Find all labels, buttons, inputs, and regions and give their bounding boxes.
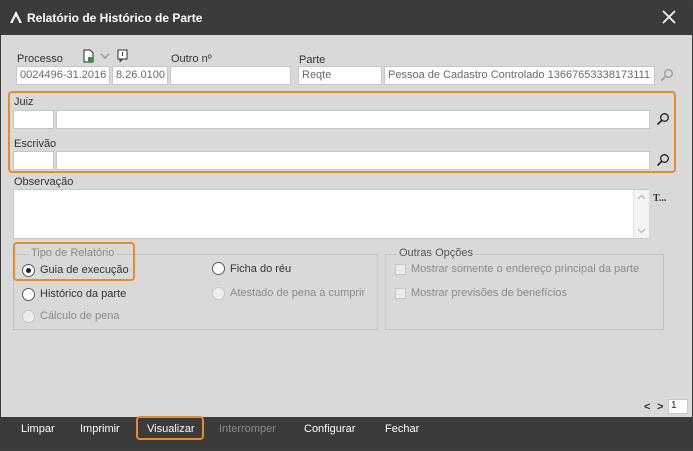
juiz-label: Juiz <box>14 96 34 108</box>
checkbox-label: Mostrar previsões de benefícios <box>411 287 567 299</box>
parte-type-field[interactable]: Reqte <box>298 66 382 85</box>
limpar-button[interactable]: Limpar <box>21 423 55 435</box>
observacao-textarea[interactable] <box>13 189 649 239</box>
search-icon[interactable] <box>656 112 670 126</box>
radio-label: Ficha do réu <box>230 263 292 275</box>
radio-button <box>212 287 225 300</box>
pager-page-field[interactable]: 1 <box>668 399 688 414</box>
escrivao-code-field[interactable] <box>13 151 54 170</box>
interromper-button: Interromper <box>219 423 276 435</box>
scroll-up-icon[interactable] <box>637 194 646 200</box>
radio-label: Guia de execução <box>40 264 129 276</box>
observacao-scrollbar[interactable] <box>633 190 649 238</box>
outro-numero-label: Outro nº <box>171 53 212 65</box>
radio-button[interactable] <box>212 262 225 275</box>
escrivao-label: Escrivão <box>14 138 57 150</box>
close-icon[interactable] <box>660 8 678 26</box>
juiz-name-field[interactable] <box>56 110 650 129</box>
window-title: Relatório de Histórico de Parte <box>27 11 203 25</box>
parte-name-field[interactable]: Pessoa de Cadastro Controlado 1366765333… <box>384 66 655 85</box>
note-icon[interactable] <box>117 49 128 62</box>
configurar-button[interactable]: Configurar <box>304 423 355 435</box>
parte-label: Parte <box>299 54 326 66</box>
checkbox <box>395 264 406 275</box>
radio-button[interactable] <box>22 288 35 301</box>
outras-opcoes-legend: Outras Opções <box>397 247 475 259</box>
processo-number-field[interactable]: 0024496-31.2016 <box>16 66 110 85</box>
app-icon <box>10 11 22 23</box>
observacao-label: Observação <box>14 176 74 188</box>
search-icon[interactable] <box>656 153 670 167</box>
radio-button <box>22 310 35 323</box>
chevron-down-icon[interactable] <box>100 53 110 60</box>
pager-prev-button[interactable]: < <box>644 401 650 413</box>
radio-label: Histórico da parte <box>40 288 127 300</box>
radio-button[interactable] <box>22 264 35 277</box>
imprimir-button[interactable]: Imprimir <box>80 423 120 435</box>
juiz-code-field[interactable] <box>13 110 54 129</box>
outro-numero-field[interactable] <box>170 66 291 85</box>
radio-label: Atestado de pena a cumprir <box>230 287 366 299</box>
fechar-button[interactable]: Fechar <box>385 423 419 435</box>
radio-selected-dot <box>26 268 31 273</box>
title-bar: Relatório de Histórico de Parte <box>1 1 692 35</box>
processo-label: Processo <box>17 53 63 65</box>
visualizar-button[interactable]: Visualizar <box>147 423 195 435</box>
checkbox-label: Mostrar somente o endereço principal da … <box>411 263 640 275</box>
search-icon[interactable] <box>660 68 674 82</box>
report-dialog: Relatório de Histórico de Parte Processo… <box>0 0 693 451</box>
radio-label: Cálculo de pena <box>40 310 120 322</box>
pager-next-button[interactable]: > <box>657 401 663 413</box>
document-icon[interactable] <box>83 49 95 63</box>
checkbox <box>395 288 406 299</box>
scroll-down-icon[interactable] <box>637 228 646 234</box>
escrivao-name-field[interactable] <box>56 151 650 170</box>
text-format-icon[interactable]: T... <box>653 193 666 204</box>
processo-suffix-field[interactable]: 8.26.0100 <box>112 66 168 85</box>
